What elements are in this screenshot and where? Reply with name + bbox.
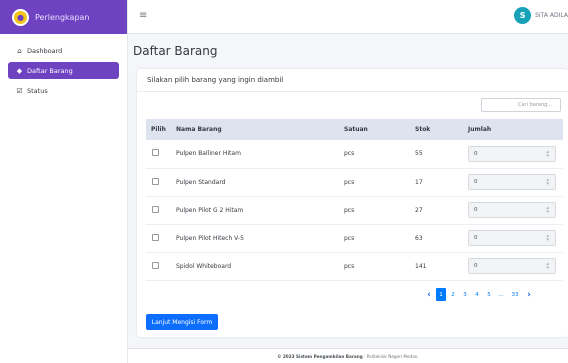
- page-button-33[interactable]: 33: [508, 288, 522, 301]
- table-row: Pulpen Standard pcs 17 0 ▴ ▾: [146, 168, 563, 196]
- spinner-icon[interactable]: ▴ ▾: [546, 234, 549, 243]
- sidebar-item-daftar-barang[interactable]: ◆ Daftar Barang: [8, 62, 119, 79]
- item-unit: pcs: [344, 206, 355, 214]
- items-card: Silakan pilih barang yang ingin diambil …: [137, 69, 568, 337]
- table-row: Spidol Whiteboard pcs 141 0 ▴ ▾: [146, 252, 563, 280]
- brand-title: Perlengkapan: [35, 12, 90, 22]
- quantity-value: 0: [474, 263, 478, 269]
- item-name: Pulpen Balliner Hitam: [176, 150, 241, 158]
- page-button-4[interactable]: 4: [472, 288, 482, 301]
- quantity-stepper[interactable]: 0 ▴ ▾: [468, 230, 556, 246]
- select-checkbox[interactable]: [152, 261, 159, 269]
- logo-icon: ●: [12, 8, 29, 26]
- page-button-3[interactable]: 3: [460, 288, 470, 301]
- column-header[interactable]: Nama Barang: [171, 119, 339, 140]
- table-header-row: Pilih Nama Barang Satuan Stok Jumlah: [146, 119, 563, 140]
- continue-form-button[interactable]: Lanjut Mengisi Form: [146, 314, 218, 330]
- item-name: Pulpen Pilot G 2 Hitam: [176, 206, 244, 214]
- sidebar-item-label: Status: [27, 86, 48, 95]
- item-name: Pulpen Pilot Hitech V-5: [176, 234, 244, 242]
- sidebar: ● Perlengkapan ⌂ Dashboard ◆ Daftar Bara…: [0, 0, 128, 363]
- item-unit: pcs: [344, 150, 355, 158]
- column-header: Pilih: [151, 126, 166, 133]
- table-row: Pulpen Balliner Hitam pcs 55 0 ▴ ▾: [146, 140, 563, 168]
- box-icon: ◆: [16, 66, 23, 75]
- quantity-value: 0: [474, 235, 478, 241]
- quantity-stepper[interactable]: 0 ▴ ▾: [468, 174, 556, 190]
- brand[interactable]: ● Perlengkapan: [0, 0, 127, 34]
- quantity-stepper[interactable]: 0 ▴ ▾: [468, 145, 556, 162]
- select-checkbox[interactable]: [152, 177, 159, 185]
- quantity-value: 0: [474, 207, 478, 213]
- item-stock: 63: [415, 234, 423, 242]
- sidebar-item-status[interactable]: ☑ Status: [8, 82, 119, 99]
- column-header[interactable]: Stok: [410, 119, 463, 140]
- item-stock: 17: [415, 178, 423, 186]
- column-header[interactable]: Jumlah: [463, 119, 563, 140]
- item-unit: pcs: [344, 178, 355, 186]
- card-header: Silakan pilih barang yang ingin diambil: [137, 69, 568, 92]
- page-ellipsis: ...: [498, 291, 504, 298]
- sidebar-item-label: Daftar Barang: [27, 66, 73, 75]
- column-header[interactable]: Satuan: [339, 119, 410, 140]
- page-button-5[interactable]: 5: [484, 288, 494, 301]
- home-icon: ⌂: [17, 46, 22, 55]
- item-stock: 141: [415, 262, 427, 270]
- item-stock: 27: [415, 206, 423, 214]
- spinner-icon[interactable]: ▴ ▾: [546, 178, 549, 187]
- quantity-value: 0: [474, 179, 478, 185]
- next-page-button[interactable]: ›: [524, 288, 534, 301]
- footer-org: · Politeknik Negeri Medan.: [364, 354, 419, 359]
- checklist-icon: ☑: [16, 86, 23, 95]
- item-stock: 55: [415, 150, 423, 158]
- sidebar-item-label: Dashboard: [27, 46, 63, 55]
- item-name: Spidol Whiteboard: [176, 262, 232, 270]
- select-checkbox[interactable]: [152, 205, 159, 213]
- user-menu[interactable]: S SITA ADILA: [514, 7, 568, 24]
- footer: © 2023 Sistem Pengambilan Barang · Polit…: [128, 348, 568, 363]
- spinner-icon[interactable]: ▴ ▾: [546, 262, 549, 271]
- items-table: Pilih Nama Barang Satuan Stok Jumlah Pul…: [146, 119, 563, 281]
- hamburger-icon[interactable]: ≡: [139, 10, 147, 21]
- search-input[interactable]: [481, 98, 561, 112]
- select-checkbox[interactable]: [152, 233, 159, 241]
- table-row: Pulpen Pilot Hitech V-5 pcs 63 0 ▴ ▾: [146, 224, 563, 252]
- user-name[interactable]: SITA ADILA: [535, 12, 568, 19]
- quantity-value: 0: [474, 150, 478, 157]
- topbar: ≡ S SITA ADILA: [128, 0, 568, 34]
- footer-copyright: © 2023 Sistem Pengambilan Barang: [277, 354, 363, 359]
- item-name: Pulpen Standard: [176, 178, 226, 186]
- item-unit: pcs: [344, 234, 355, 242]
- item-unit: pcs: [344, 262, 355, 270]
- pagination: ‹ 1 2 3 4 5 ... 33 ›: [424, 288, 536, 301]
- table-row: Pulpen Pilot G 2 Hitam pcs 27 0 ▴ ▾: [146, 196, 563, 224]
- sidebar-item-dashboard[interactable]: ⌂ Dashboard: [8, 42, 119, 59]
- select-checkbox[interactable]: [152, 149, 159, 157]
- quantity-stepper[interactable]: 0 ▴ ▾: [468, 258, 556, 274]
- page-title: Daftar Barang: [133, 44, 218, 58]
- page-button-1[interactable]: 1: [436, 288, 446, 301]
- sidebar-nav: ⌂ Dashboard ◆ Daftar Barang ☑ Status: [0, 34, 127, 99]
- quantity-stepper[interactable]: 0 ▴ ▾: [468, 202, 556, 218]
- spinner-icon[interactable]: ▴ ▾: [546, 206, 549, 215]
- avatar[interactable]: S: [514, 7, 532, 24]
- prev-page-button[interactable]: ‹: [424, 288, 434, 301]
- spinner-icon[interactable]: ▴ ▾: [546, 149, 549, 158]
- page-button-2[interactable]: 2: [448, 288, 458, 301]
